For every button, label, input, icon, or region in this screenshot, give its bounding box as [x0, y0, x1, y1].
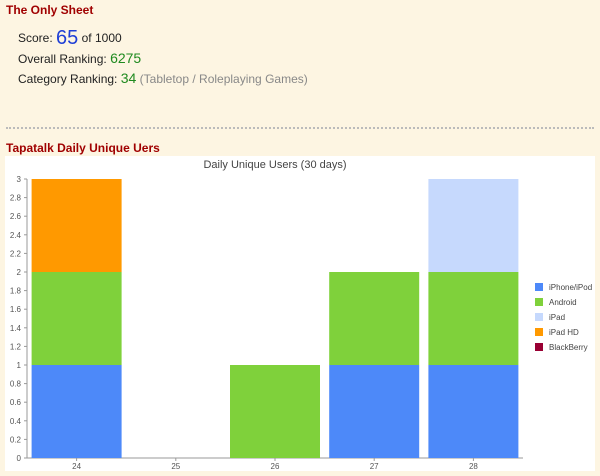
- category-ranking-value: 34: [120, 70, 137, 86]
- legend-label: iPhone/iPod: [549, 283, 592, 292]
- y-tick-label: 0.6: [10, 398, 22, 407]
- tapatalk-title: Tapatalk Daily Unique Uers: [6, 141, 160, 155]
- y-tick-label: 2.2: [10, 249, 22, 258]
- y-tick-label: 0.8: [10, 380, 22, 389]
- legend-swatch: [535, 313, 543, 321]
- sheet-title: The Only Sheet: [6, 3, 94, 17]
- bar-segment: [329, 272, 420, 365]
- y-tick-label: 0.2: [10, 435, 22, 444]
- score-row: Score: 65 of 1000: [18, 28, 308, 48]
- y-tick-label: 0.4: [10, 417, 22, 426]
- score-value: 65: [56, 27, 79, 49]
- y-tick-label: 0: [17, 454, 22, 463]
- stats-block: Score: 65 of 1000 Overall Ranking: 6275 …: [18, 28, 308, 88]
- chart-container: Daily Unique Users (30 days) 0 0.2 0.4 0.6 0.…: [5, 156, 595, 471]
- score-label: Score:: [18, 31, 53, 45]
- legend-label: BlackBerry: [549, 343, 588, 352]
- y-tick-label: 1.2: [10, 342, 22, 351]
- category-ranking-row: Category Ranking: 34 (Tabletop / Rolepla…: [18, 68, 308, 88]
- y-tick-label: 1.6: [10, 305, 22, 314]
- legend-swatch: [535, 298, 543, 306]
- y-tick-label: 2.6: [10, 212, 22, 221]
- y-tick-label: 3: [17, 175, 22, 184]
- bar-segment: [329, 365, 420, 458]
- bar-segment: [428, 365, 519, 458]
- bar-segment: [428, 272, 519, 365]
- overall-ranking-value: 6275: [110, 50, 142, 66]
- legend-swatch: [535, 283, 543, 291]
- overall-ranking-row: Overall Ranking: 6275: [18, 48, 308, 68]
- chart-title: Daily Unique Users (30 days): [203, 159, 346, 171]
- daily-users-chart: Daily Unique Users (30 days) 0 0.2 0.4 0.6 0.…: [10, 159, 592, 471]
- x-tick-label: 26: [271, 462, 280, 471]
- x-tick-label: 27: [370, 462, 379, 471]
- overall-ranking-label: Overall Ranking:: [18, 52, 107, 66]
- legend-label: Android: [549, 298, 577, 307]
- y-tick-label: 2.8: [10, 194, 22, 203]
- bar-segment: [230, 365, 320, 458]
- x-tick-label: 24: [72, 462, 81, 471]
- bar-segment: [31, 179, 122, 272]
- y-tick-label: 1: [17, 361, 22, 370]
- category-ranking-label: Category Ranking:: [18, 72, 118, 86]
- bar-segment: [428, 179, 519, 272]
- x-tick-label: 25: [171, 462, 180, 471]
- y-tick-label: 1.4: [10, 324, 22, 333]
- legend-label: iPad: [549, 313, 565, 322]
- x-tick-label: 28: [469, 462, 478, 471]
- category-name: (Tabletop / Roleplaying Games): [139, 72, 308, 86]
- y-tick-label: 2: [17, 268, 22, 277]
- y-tick-label: 2.4: [10, 231, 22, 240]
- legend-swatch: [535, 328, 543, 336]
- section-divider: [6, 127, 594, 129]
- score-suffix: of 1000: [81, 31, 122, 45]
- bar-segment: [31, 365, 122, 458]
- legend-swatch: [535, 343, 543, 351]
- bar-segment: [31, 272, 122, 365]
- y-tick-label: 1.8: [10, 287, 22, 296]
- legend-label: iPad HD: [549, 328, 579, 337]
